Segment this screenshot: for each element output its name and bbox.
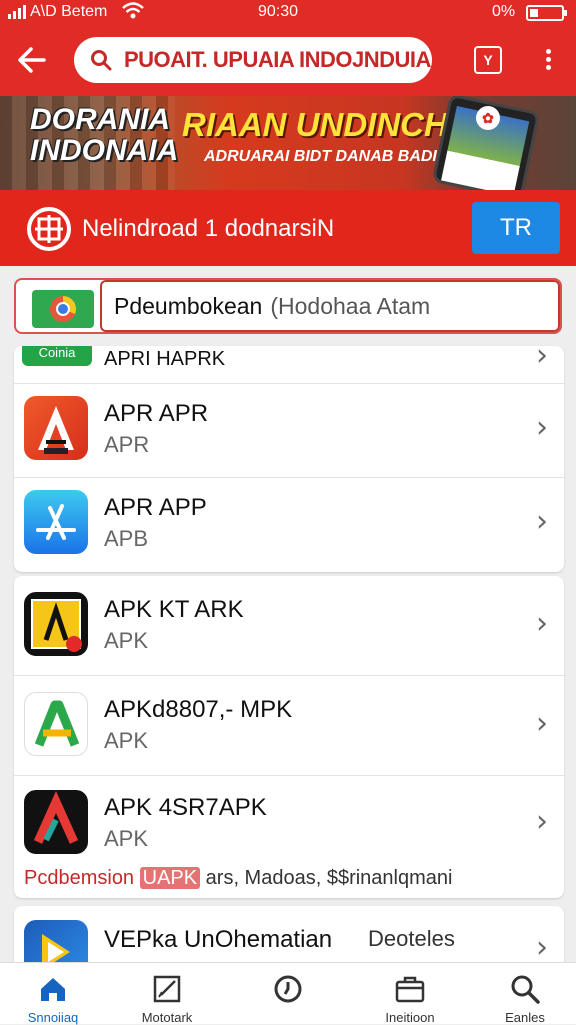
clock-time: 90:30 [258,3,299,20]
nav-label: Mototark [141,1010,193,1025]
list-item[interactable]: APR APR APR › [14,384,564,478]
nav-inbox[interactable]: Ineitioon [365,963,455,1025]
list-item[interactable]: APKd8807,- MPK APK › [14,676,564,776]
edit-icon [153,975,181,1003]
nav-history[interactable] [243,963,333,1025]
indonesia-logo-icon [27,207,71,251]
clock-icon [274,975,302,1003]
status-bar: A\D Betem 90:30 0% [0,0,576,26]
chevron-right-icon: › [536,504,548,539]
app-list-card-1: Coinia APRI HAPRK › APR APR APR › APR AP… [14,346,564,572]
carrier-name: A\D Betem [30,3,108,20]
app-name: VEPka UnOhematian [104,926,333,953]
app-list-card-3: VEPka UnOhematian Deoteles › [14,906,564,966]
list-item[interactable]: VEPka UnOhematian Deoteles › [14,906,564,966]
filter-field-strong: Pdeumbokean [114,292,263,319]
nav-search[interactable]: Eanles [480,963,570,1025]
app-bar: PUOAIT. UPUAIA INDOJNDUIA Y [0,26,576,96]
app-name: APR APP [104,494,207,521]
blue-app-icon [24,920,88,966]
chevron-right-icon: › [536,804,548,839]
green-a-icon [24,692,88,756]
dark-app-icon [24,592,88,656]
chevron-right-icon: › [536,346,548,373]
nav-edit[interactable]: Mototark [122,963,212,1025]
tabs-button[interactable]: Y [474,46,502,74]
app-subtitle: APK [104,728,149,753]
home-icon [41,978,65,1001]
briefcase-icon [395,976,425,1003]
promo-lead: Pcdbemsion [24,867,135,889]
app-name: APRI HAPRK [104,348,226,370]
app-subtitle: APB [104,526,149,551]
app-list-card-2: APK KT ARK APK › APKd8807,- MPK APK › AP… [14,576,564,898]
section-header: Nelindroad 1 dodnarsiN TR [0,190,576,266]
adobe-style-icon [24,396,88,460]
search-bar[interactable]: PUOAIT. UPUAIA INDOJNDUIA [74,37,432,83]
battery-percent: 0% [492,3,516,20]
translate-button[interactable]: TR [472,202,560,254]
promo-line[interactable]: Pcdbemsion UAPK ars, Madoas, $$rinanlqma… [24,867,452,890]
search-icon [91,50,112,71]
app-name: APK KT ARK [104,596,244,623]
app-subtitle: APR [104,432,150,457]
nav-label: Snnoiiaq [27,1010,79,1025]
chevron-right-icon: › [536,410,548,445]
signal-icon [8,5,26,19]
list-item[interactable]: Coinia APRI HAPRK › [14,346,564,384]
wifi-icon [122,1,144,26]
chevron-right-icon: › [536,706,548,741]
back-arrow-icon[interactable] [14,42,50,78]
search-input[interactable]: PUOAIT. UPUAIA INDOJNDUIA [124,47,431,73]
promo-pill: UAPK [139,867,201,889]
search-icon [511,975,540,1004]
banner-left-title: DORANIA INDONAIA [30,103,179,167]
promo-banner[interactable]: DORANIA INDONAIA RIAAN UNDINCHAN ADRUARA… [0,96,576,190]
list-item[interactable]: APR APP APB › [14,478,564,572]
list-item[interactable]: APK KT ARK APK › [14,576,564,676]
red-a-icon [24,790,88,854]
app-meta: Deoteles [368,926,455,951]
more-options-icon[interactable] [536,46,560,76]
nav-label: Eanles [505,1010,545,1025]
app-badge: Coinia [22,346,92,366]
bottom-navigation: Snnoiiaq Mototark Ineitioon Eanles [0,962,576,1025]
battery-icon [526,5,567,21]
browser-icon[interactable] [32,290,94,328]
filter-field[interactable]: Pdeumbokean (Hodohaa Atam [100,280,560,332]
filter-field-rest: (Hodohaa Atam [270,292,431,319]
notification-bubble-icon: ✿ [476,106,500,130]
nav-label: Ineitioon [385,1010,435,1025]
list-item[interactable]: APK 4SR7APK APK › Pcdbemsion UAPK ars, M… [14,776,564,898]
chevron-right-icon: › [536,930,548,965]
filter-box: Pdeumbokean (Hodohaa Atam [14,278,562,334]
app-store-icon [24,490,88,554]
section-title: Nelindroad 1 dodnarsiN [82,215,335,242]
app-name: APKd8807,- MPK [104,696,293,723]
app-name: APK 4SR7APK [104,794,267,821]
banner-subtitle: ADRUARAI BIDT DANAB BADIU [204,148,449,165]
nav-home[interactable]: Snnoiiaq [8,963,98,1025]
promo-text: ars, Madoas, $$rinanlqmani [205,867,453,889]
app-subtitle: APK [104,628,149,653]
chevron-right-icon: › [536,606,548,641]
app-subtitle: APK [104,826,149,851]
app-name: APR APR [104,400,209,427]
